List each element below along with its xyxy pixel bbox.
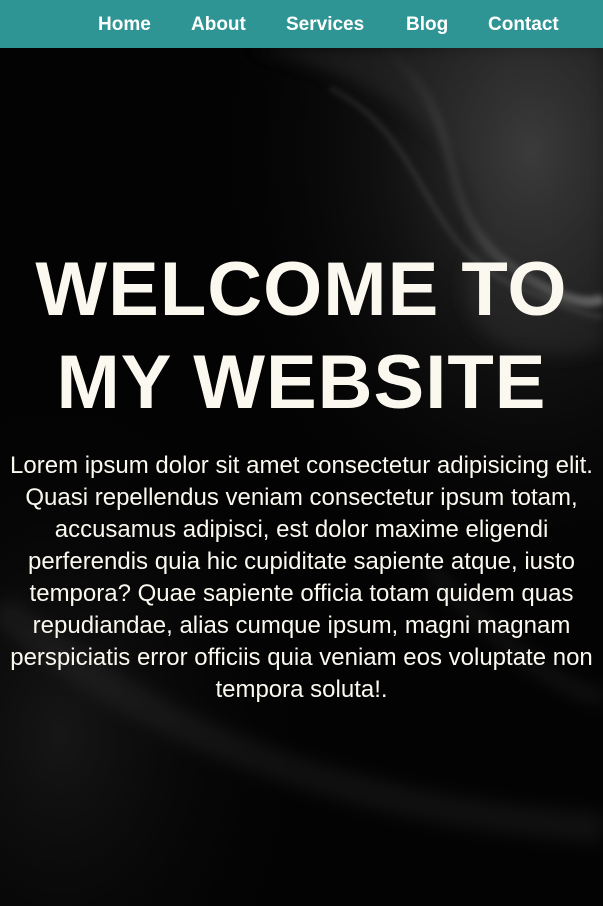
hero-section: WELCOME TO MY WEBSITE Lorem ipsum dolor … <box>0 48 603 906</box>
nav-link-services[interactable]: Services <box>286 13 364 37</box>
hero-title: WELCOME TO MY WEBSITE <box>35 247 568 425</box>
hero-description: Lorem ipsum dolor sit amet consectetur a… <box>10 452 593 703</box>
nav-link-about[interactable]: About <box>191 13 246 37</box>
navbar: Home About Services Blog Contact <box>0 0 603 48</box>
nav-link-blog[interactable]: Blog <box>406 13 448 37</box>
nav-link-home[interactable]: Home <box>98 13 151 37</box>
nav-link-contact[interactable]: Contact <box>488 13 559 37</box>
